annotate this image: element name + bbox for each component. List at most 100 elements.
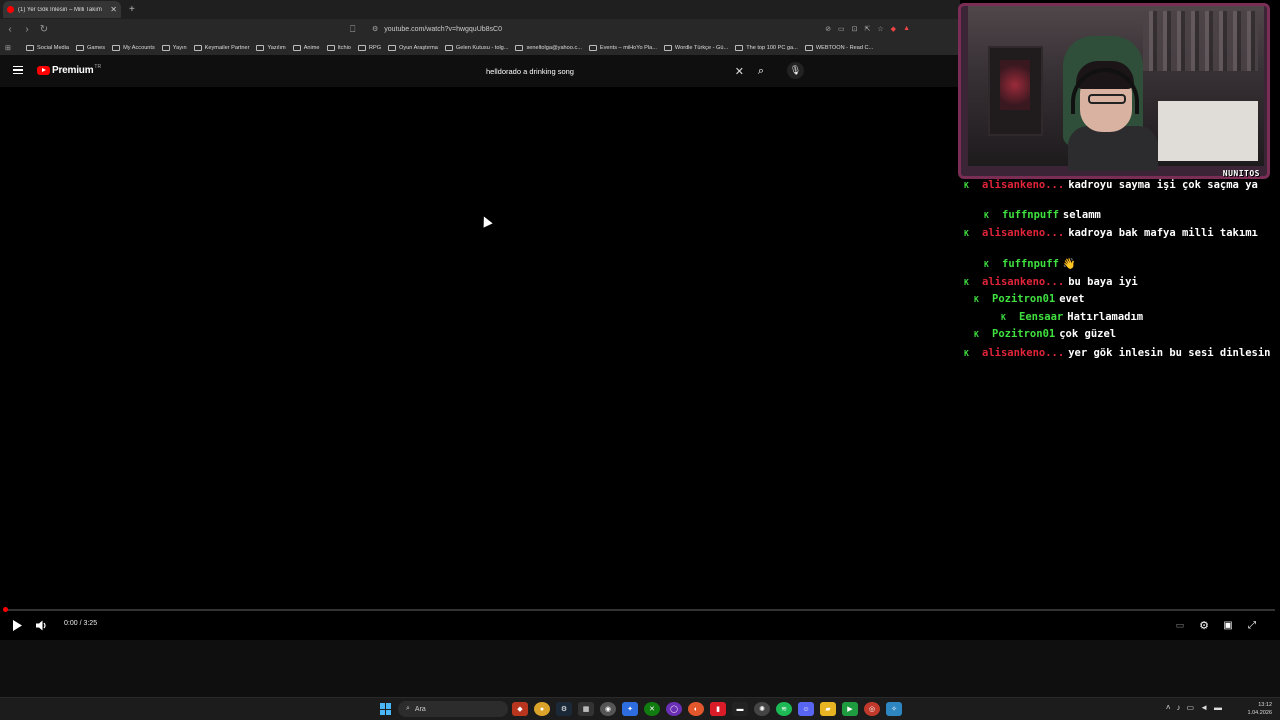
chat-text: selamm <box>1062 209 1101 221</box>
youtube-header: Premium TR helldorado a drinking song ✕ … <box>0 55 960 87</box>
chat-username: Pozitron01 <box>992 328 1056 340</box>
reload-icon[interactable]: ↻ <box>37 23 51 37</box>
media-player-icon[interactable]: ▶ <box>842 702 858 716</box>
chat-username: fuffnpuff <box>1002 258 1059 270</box>
subtitles-icon: ▭ <box>1175 619 1185 630</box>
bookmark-item[interactable]: My Accounts <box>112 44 155 51</box>
xbox-icon[interactable]: ✕ <box>644 702 660 716</box>
settings-button[interactable]: ⚙ <box>1197 618 1211 632</box>
bookmark-icon[interactable]: ⎕ <box>350 24 360 35</box>
apps-grid-icon[interactable]: ⊞ <box>5 44 19 52</box>
browser-tab[interactable]: (1) Yer Gök İnlesin – Milli Takım ✕ <box>3 1 121 18</box>
star-icon[interactable]: ☆ <box>877 25 883 33</box>
obs-icon[interactable]: ◉ <box>600 702 616 716</box>
bookmark-item[interactable]: RPG <box>357 44 381 51</box>
search-icon: ⌕ <box>757 64 765 77</box>
share-icon[interactable]: ⇱ <box>865 25 871 33</box>
kick-badge-icon: K <box>974 330 979 339</box>
speaker-icon[interactable]: ◄ <box>1200 703 1208 712</box>
settings-app-icon[interactable]: ✺ <box>754 702 770 716</box>
discord-icon[interactable]: ☺ <box>798 702 814 716</box>
search-query[interactable]: helldorado a drinking song <box>486 67 574 76</box>
address-bar[interactable]: ⎕ ⚙ youtube.com/watch?v=hwgquUb8sC0 ⊘ ▭ … <box>350 21 910 37</box>
taskbar-clock[interactable]: 13:12 1.04.2026 <box>1248 701 1272 717</box>
bookmark-label: Games <box>87 44 106 51</box>
voice-search-button[interactable]: 🎙 <box>787 62 804 79</box>
bookmark-item[interactable]: Social Media <box>26 44 69 51</box>
kick-badge-icon: K <box>1001 313 1006 322</box>
bookmark-item[interactable]: Keymailer Partner <box>193 44 249 51</box>
file-explorer-icon[interactable]: ▰ <box>820 702 836 716</box>
folder-icon <box>357 44 366 51</box>
forward-arrow-icon[interactable]: › <box>20 23 34 37</box>
screen: (1) Yer Gök İnlesin – Milli Takım ✕ + ‹ … <box>0 0 1280 720</box>
folder-icon <box>112 44 121 51</box>
taskbar-search-label: Ara <box>414 705 426 713</box>
play-button[interactable] <box>10 618 24 632</box>
new-tab-button[interactable]: + <box>129 4 135 15</box>
terminal-icon[interactable]: ▬ <box>732 702 748 716</box>
chat-message: K Eensaar Hatırlamadım <box>1001 311 1272 324</box>
folder-icon <box>326 44 335 51</box>
chat-text: kadroyu sayma işi çok saçma ya <box>1068 179 1258 191</box>
chrome-icon[interactable]: ● <box>534 702 550 716</box>
microphone-tray-icon[interactable]: ♪ <box>1177 703 1181 712</box>
bookmark-item[interactable]: Anime <box>292 44 320 51</box>
calculator-icon[interactable]: ▦ <box>578 702 594 716</box>
chat-text: bu baya iyi <box>1068 276 1138 288</box>
scrubber-handle[interactable] <box>3 607 8 612</box>
bookmark-item[interactable]: Games <box>76 44 106 51</box>
cast-icon[interactable]: ▭ <box>838 25 845 33</box>
bookmark-item[interactable]: The top 100 PC ga... <box>735 44 798 51</box>
bookmark-item[interactable]: Oyun Araştırma <box>388 44 438 51</box>
network-icon[interactable]: ▭ <box>1187 703 1195 712</box>
youtube-logo[interactable]: Premium TR <box>37 64 101 76</box>
chevron-up-icon[interactable]: ˄ <box>1166 703 1171 712</box>
search-button[interactable]: ⌕ <box>752 63 770 79</box>
bookmark-item[interactable]: seneltolga@yahoo.c... <box>515 44 582 51</box>
bookmark-item[interactable]: Yazılım <box>256 44 286 51</box>
glasses <box>1088 94 1126 104</box>
battlenet-icon[interactable]: ✦ <box>622 702 638 716</box>
bookmark-item[interactable]: Events – miHoYo Pla... <box>588 44 657 51</box>
url-text[interactable]: youtube.com/watch?v=hwgquUb8sC0 <box>384 26 502 33</box>
recorder-icon[interactable]: ◎ <box>864 702 880 716</box>
bookmark-item[interactable]: WEBTOON - Read C... <box>804 44 873 51</box>
twitch-icon[interactable]: ◯ <box>666 702 682 716</box>
volume-button[interactable] <box>34 618 50 632</box>
fullscreen-button[interactable]: ⤢ <box>1245 618 1259 632</box>
origin-icon[interactable]: ◐ <box>688 702 704 716</box>
site-info-icon[interactable]: ⚙ <box>372 25 378 33</box>
browser-tabstrip: (1) Yer Gök İnlesin – Milli Takım ✕ + <box>0 0 960 19</box>
install-app-icon[interactable]: ⊡ <box>852 25 858 33</box>
network-app-icon[interactable]: ✧ <box>886 702 902 716</box>
bookmark-label: Events – miHoYo Pla... <box>599 44 657 51</box>
spotify-icon[interactable]: ≋ <box>776 702 792 716</box>
steam-icon[interactable]: ⚙ <box>556 702 572 716</box>
chat-message: Kalisankeno... bu baya iyi <box>964 276 1272 289</box>
bookmark-item[interactable]: Gelen Kutusu - tolg... <box>444 44 508 51</box>
bookmark-item[interactable]: Yayın <box>161 44 187 51</box>
theater-mode-button[interactable]: ▣ <box>1221 618 1235 632</box>
logo-text: Premium <box>52 65 94 76</box>
brave-browser-icon[interactable]: ◆ <box>512 702 528 716</box>
bookmark-item[interactable]: Wordle Türkçe - Gü... <box>663 44 728 51</box>
back-arrow-icon[interactable]: ‹ <box>3 23 17 37</box>
person-shirt <box>1068 126 1158 171</box>
search-input[interactable]: helldorado a drinking song ✕ <box>478 63 748 79</box>
taskbar-search[interactable]: ⌕ Ara <box>398 701 508 717</box>
brave-shield-icon[interactable]: ◆ <box>891 25 896 33</box>
battery-icon[interactable]: ▬ <box>1214 703 1222 712</box>
mute-tab-icon[interactable]: ⊘ <box>825 25 831 33</box>
windows-start-icon[interactable] <box>380 703 392 715</box>
progress-bar[interactable] <box>3 607 1275 612</box>
clear-search-icon[interactable]: ✕ <box>735 65 744 78</box>
menu-icon[interactable] <box>13 66 23 74</box>
epic-games-icon[interactable]: ▮ <box>710 702 726 716</box>
streamer-brand: NUNITOS <box>1222 169 1260 178</box>
bookmark-item[interactable]: Itchio <box>326 44 351 51</box>
close-tab-icon[interactable]: ✕ <box>110 5 117 14</box>
subtitles-button[interactable]: ▭ <box>1173 618 1187 632</box>
rewards-icon[interactable]: ▲ <box>903 25 910 33</box>
folder-icon <box>256 44 265 51</box>
